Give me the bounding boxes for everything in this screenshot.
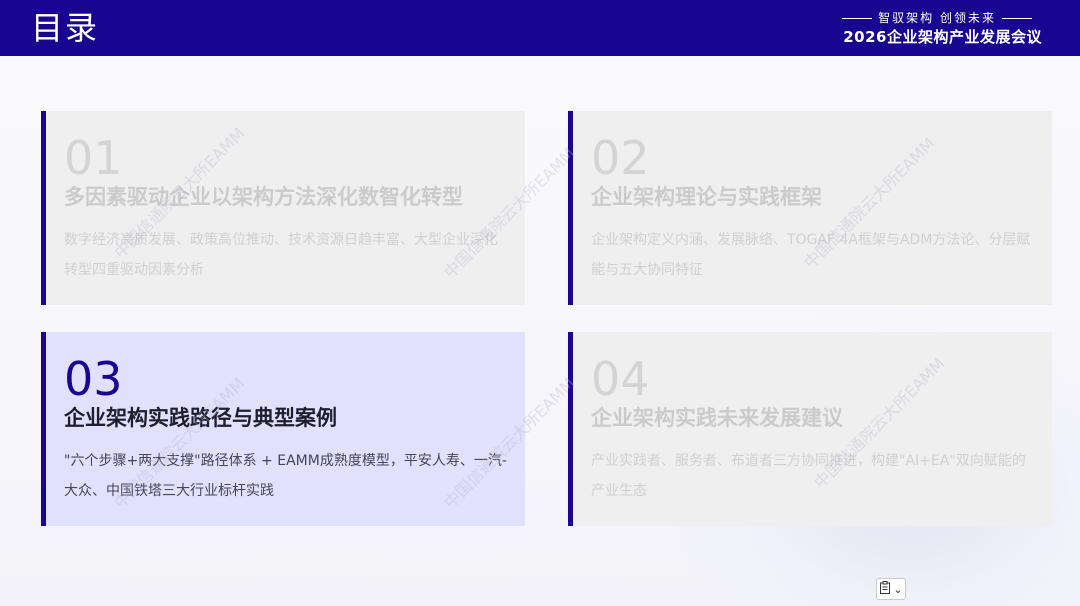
section-heading: 企业架构实践路径与典型案例 (64, 406, 337, 430)
slogan-text: 智驭架构 创领未来 (878, 11, 996, 25)
section-description: 企业架构定义内涵、发展脉络、TOGAF 4A框架与ADM方法论、分层赋能与五大协… (591, 232, 1031, 278)
chevron-down-icon: ⌄ (893, 582, 903, 596)
section-description: 数字经济高质发展、政策高位推动、技术资源日趋丰富、大型企业深化转型四重驱动因素分… (64, 232, 498, 278)
header-bar: 目录 智驭架构 创领未来 2026企业架构产业发展会议 (0, 0, 1080, 56)
section-heading: 企业架构理论与实践框架 (591, 185, 822, 209)
section-heading: 企业架构实践未来发展建议 (591, 406, 843, 430)
toc-card-02[interactable]: 02 企业架构理论与实践框架 企业架构定义内涵、发展脉络、TOGAF 4A框架与… (568, 111, 1052, 305)
divider (842, 17, 873, 19)
toc-card-01[interactable]: 01 多因素驱动企业以架构方法深化数智化转型 数字经济高质发展、政策高位推动、技… (41, 111, 525, 305)
section-number: 01 (64, 131, 123, 185)
section-number: 02 (591, 131, 650, 185)
section-number: 03 (64, 352, 123, 406)
section-heading: 多因素驱动企业以架构方法深化数智化转型 (64, 185, 463, 209)
divider (1002, 17, 1032, 19)
clipboard-icon (879, 581, 891, 597)
section-description: 产业实践者、服务者、布道者三方协同推进，构建"AI+EA"双向赋能的产业生态 (591, 453, 1026, 499)
page-title: 目录 (31, 9, 100, 47)
section-description: "六个步骤+两大支撑"路径体系 + EAMM成熟度模型，平安人寿、一汽-大众、中… (64, 453, 507, 499)
toc-card-03[interactable]: 03 企业架构实践路径与典型案例 "六个步骤+两大支撑"路径体系 + EAMM成… (41, 332, 525, 526)
section-number: 04 (591, 352, 650, 406)
conference-name: 2026企业架构产业发展会议 (843, 28, 1042, 46)
toc-card-04[interactable]: 04 企业架构实践未来发展建议 产业实践者、服务者、布道者三方协同推进，构建"A… (568, 332, 1052, 526)
slogan: 智驭架构 创领未来 (836, 11, 1038, 25)
paste-options-button[interactable]: ⌄ (876, 578, 906, 600)
